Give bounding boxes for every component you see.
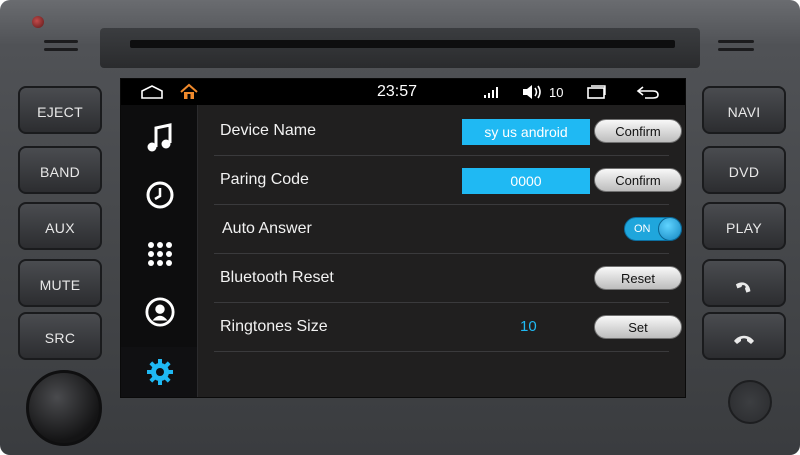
music-note-icon[interactable] <box>145 123 175 153</box>
contact-icon[interactable] <box>145 297 175 327</box>
pairing-code-label: Paring Code <box>220 171 309 188</box>
answer-call-button[interactable] <box>702 259 786 307</box>
volume-knob[interactable] <box>26 370 102 446</box>
speaker-icon[interactable] <box>521 79 543 105</box>
pairing-code-field[interactable]: 0000 <box>462 168 590 194</box>
dvd-button[interactable]: DVD <box>702 146 786 194</box>
ringtones-size-value: 10 <box>520 318 537 335</box>
vent <box>718 48 754 51</box>
device-name-row: Device Name sy us android Confirm <box>214 107 682 156</box>
recents-icon[interactable] <box>585 79 607 105</box>
toggle-knob <box>658 217 682 241</box>
ringtones-size-label: Ringtones Size <box>220 318 328 335</box>
auto-answer-toggle[interactable]: ON <box>624 217 682 241</box>
toggle-state: ON <box>634 223 651 235</box>
microphone-grille <box>728 380 772 424</box>
band-button[interactable]: BAND <box>18 146 102 194</box>
volume-level: 10 <box>549 84 564 100</box>
signal-icon <box>483 79 499 105</box>
disc-slot <box>130 40 675 48</box>
hang-up-button[interactable] <box>702 312 786 360</box>
gear-icon <box>145 357 175 387</box>
back-icon[interactable] <box>635 79 661 105</box>
dialpad-icon[interactable] <box>145 239 175 269</box>
screw-icon <box>32 16 44 28</box>
ringtones-size-row: Ringtones Size 10 Set <box>214 303 682 352</box>
vent <box>44 48 78 51</box>
sidebar <box>121 105 198 397</box>
sidebar-item-settings[interactable] <box>121 347 197 397</box>
navi-button[interactable]: NAVI <box>702 86 786 134</box>
auto-answer-row: Auto Answer ON <box>214 205 682 254</box>
eject-button[interactable]: EJECT <box>18 86 102 134</box>
auto-answer-label: Auto Answer <box>222 220 312 237</box>
clock-icon[interactable] <box>145 180 175 210</box>
hang-up-icon <box>734 336 754 345</box>
clock-time: 23:57 <box>377 83 418 100</box>
status-bar: 23:57 10 <box>121 79 685 105</box>
answer-call-icon <box>735 282 751 293</box>
device-name-label: Device Name <box>220 122 317 139</box>
vent <box>44 40 78 43</box>
device-name-confirm-button[interactable]: Confirm <box>594 119 682 143</box>
ringtones-set-button[interactable]: Set <box>594 315 682 339</box>
pairing-code-row: Paring Code 0000 Confirm <box>214 156 682 205</box>
mute-button[interactable]: MUTE <box>18 259 102 307</box>
home-outline-icon[interactable] <box>139 79 165 105</box>
bluetooth-reset-label: Bluetooth Reset <box>220 269 334 286</box>
src-button[interactable]: SRC <box>18 312 102 360</box>
touch-screen: 23:57 10 Device Name sy us android Confi… <box>120 78 686 398</box>
device-name-field[interactable]: sy us android <box>462 119 590 145</box>
pairing-code-confirm-button[interactable]: Confirm <box>594 168 682 192</box>
house-icon[interactable] <box>179 79 199 105</box>
car-head-unit: EJECT BAND AUX MUTE SRC NAVI DVD PLAY 23… <box>0 0 800 455</box>
disc-slot-bar <box>100 28 700 68</box>
play-button[interactable]: PLAY <box>702 202 786 250</box>
bluetooth-reset-button[interactable]: Reset <box>594 266 682 290</box>
aux-button[interactable]: AUX <box>18 202 102 250</box>
vent <box>718 40 754 43</box>
bluetooth-reset-row: Bluetooth Reset Reset <box>214 254 682 303</box>
bluetooth-settings-panel: Device Name sy us android Confirm Paring… <box>198 105 685 397</box>
